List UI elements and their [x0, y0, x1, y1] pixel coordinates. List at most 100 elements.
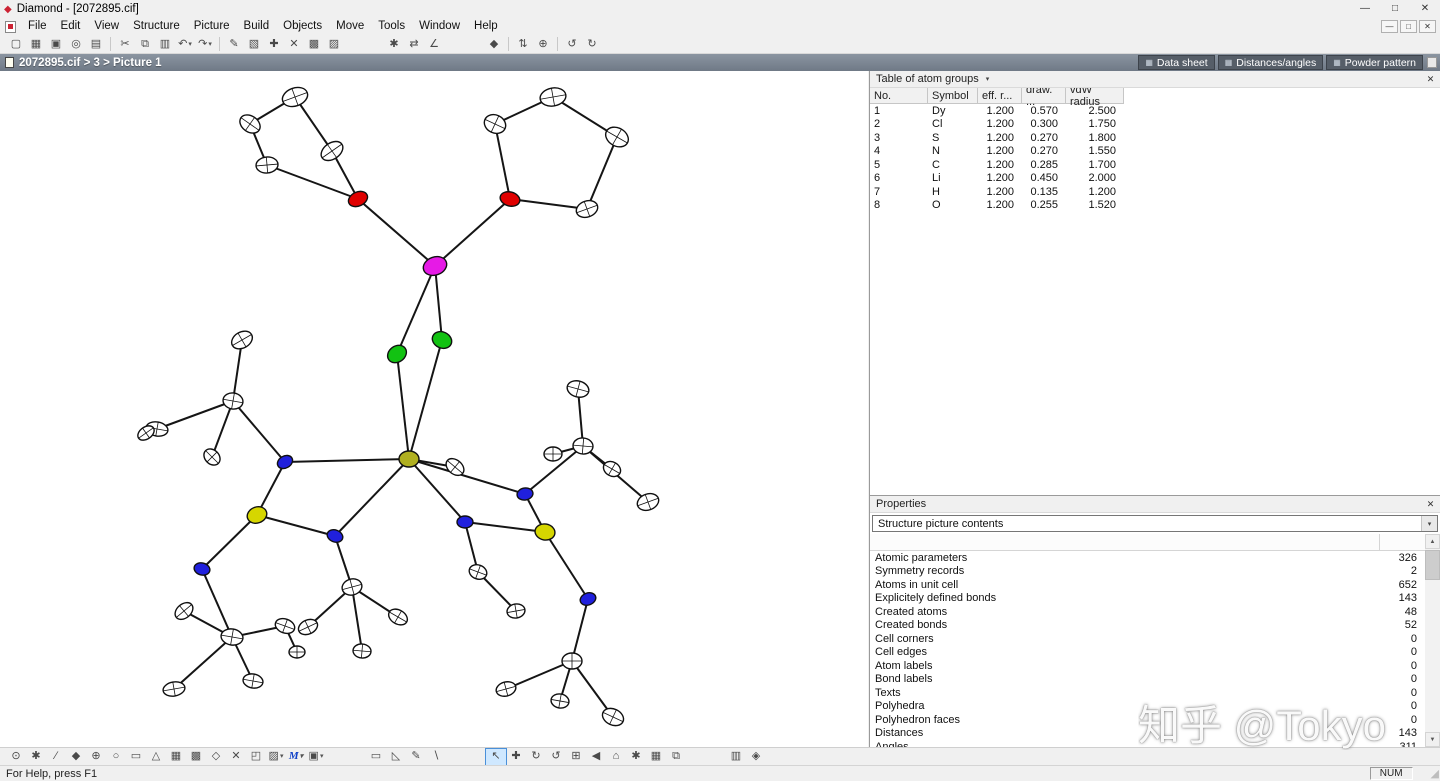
atom-C[interactable] — [543, 446, 563, 462]
atom-C[interactable] — [600, 705, 627, 729]
atom-groups-column-no[interactable]: No. — [870, 88, 928, 104]
atom-C[interactable] — [222, 391, 244, 410]
wireframe-icon[interactable]: ◇ — [206, 749, 226, 765]
atom-C[interactable] — [352, 643, 372, 659]
print-icon[interactable]: ▤ — [86, 36, 106, 52]
atom-C[interactable] — [242, 672, 264, 689]
select-mode-icon[interactable]: ↖ — [485, 747, 507, 766]
atom-C[interactable] — [550, 693, 570, 710]
open-file-icon[interactable]: ▦ — [26, 36, 46, 52]
pane-menu-icon[interactable]: ▾ — [986, 75, 990, 83]
model-style-combo[interactable]: M ▾ — [286, 749, 306, 765]
property-row[interactable]: Created bonds 52 — [870, 619, 1425, 633]
fill-style-combo[interactable]: ▨ ▾ — [266, 749, 286, 765]
home-view-icon[interactable]: ⌂ — [606, 749, 626, 765]
angle-icon[interactable]: ∠ — [424, 36, 444, 52]
grid-icon[interactable]: ▦ — [166, 749, 186, 765]
atom-group-row[interactable]: 5 C 1.200 0.285 1.700 — [870, 158, 1440, 172]
properties-scrollbar[interactable]: ▲ ▼ — [1425, 534, 1440, 747]
picture-icon[interactable]: ▧ — [244, 36, 264, 52]
build-icon[interactable]: ◆ — [484, 36, 504, 52]
structure-canvas[interactable] — [0, 71, 868, 747]
caption-overflow[interactable] — [1427, 57, 1437, 68]
atom-labels-icon[interactable]: ✱ — [384, 36, 404, 52]
redo-icon[interactable]: ↷ ▾ — [195, 36, 215, 52]
cut-icon[interactable]: ✂ — [115, 36, 135, 52]
atom-group-row[interactable]: 6 Li 1.200 0.450 2.000 — [870, 172, 1440, 186]
atom-C[interactable] — [162, 680, 186, 698]
add-atom-icon[interactable]: ✱ — [26, 749, 46, 765]
atom-C[interactable] — [288, 645, 306, 659]
layers-icon[interactable]: ▥ — [726, 749, 746, 765]
atom-group-row[interactable]: 1 Dy 1.200 0.570 2.500 — [870, 104, 1440, 118]
ruler-icon[interactable]: ▭ — [366, 749, 386, 765]
property-row[interactable]: Cell edges 0 — [870, 646, 1425, 660]
property-row[interactable]: Atomic parameters 326 — [870, 551, 1425, 565]
slab-icon[interactable]: ▭ — [126, 749, 146, 765]
pen-icon[interactable]: ✎ — [406, 749, 426, 765]
new-file-icon[interactable]: ▢ — [6, 36, 26, 52]
property-row[interactable]: Texts 0 — [870, 686, 1425, 700]
menu-window[interactable]: Window — [412, 18, 467, 35]
atom-groups-close-icon[interactable]: ✕ — [1424, 73, 1437, 86]
maximize-button[interactable]: □ — [1380, 0, 1410, 18]
atom-group-row[interactable]: 4 N 1.200 0.270 1.550 — [870, 145, 1440, 159]
rotate-ccw-icon[interactable]: ↺ — [562, 36, 582, 52]
undo-icon[interactable]: ↶ ▾ — [175, 36, 195, 52]
atom-C[interactable] — [561, 652, 583, 670]
chevron-down-icon[interactable]: ▾ — [1421, 516, 1437, 531]
property-row[interactable]: Atoms in unit cell 652 — [870, 578, 1425, 592]
packing-icon[interactable]: ▩ — [186, 749, 206, 765]
child-minimize-button[interactable]: — — [1381, 20, 1398, 33]
atom-C[interactable] — [201, 446, 224, 469]
menu-move[interactable]: Move — [329, 18, 371, 35]
zoom-mode-icon[interactable]: ⊞ — [566, 749, 586, 765]
delete-mode-icon[interactable]: ✕ — [226, 749, 246, 765]
atom-C[interactable] — [172, 599, 196, 623]
menu-file[interactable]: File — [21, 18, 54, 35]
atom-groups-column-effr[interactable]: eff. r... — [978, 88, 1022, 104]
new-viewport-icon[interactable]: ⧉ — [666, 749, 686, 765]
atom-C[interactable] — [481, 111, 509, 137]
atom-C[interactable] — [602, 123, 632, 151]
corner-mode-icon[interactable]: ◰ — [246, 749, 266, 765]
resize-grip-icon[interactable]: ◢ — [1431, 767, 1439, 780]
property-row[interactable]: Distances 143 — [870, 727, 1425, 741]
property-row[interactable]: Symmetry records 2 — [870, 565, 1425, 579]
atom-Cl[interactable] — [384, 342, 410, 367]
scroll-up-icon[interactable]: ▲ — [1425, 534, 1440, 549]
atom-N[interactable] — [275, 453, 295, 471]
atom-N[interactable] — [456, 515, 474, 529]
button-distances-angles[interactable]: ▦ Distances/angles — [1217, 55, 1324, 70]
minimize-button[interactable]: — — [1350, 0, 1380, 18]
add-structure-icon[interactable]: ✚ — [264, 36, 284, 52]
property-row[interactable]: Atom labels 0 — [870, 659, 1425, 673]
atom-groups-column-symbol[interactable]: Symbol — [928, 88, 978, 104]
spin-icon[interactable]: ✱ — [626, 749, 646, 765]
atom-C[interactable] — [280, 84, 311, 110]
menu-tools[interactable]: Tools — [371, 18, 412, 35]
property-row[interactable]: Polyhedra 0 — [870, 700, 1425, 714]
copy-icon[interactable]: ⧉ — [135, 36, 155, 52]
distance-icon[interactable]: ⇄ — [404, 36, 424, 52]
pen-icon[interactable]: ✎ — [224, 36, 244, 52]
sphere-icon[interactable]: ○ — [106, 749, 126, 765]
paste-icon[interactable]: ▥ — [155, 36, 175, 52]
atom-C[interactable] — [495, 680, 518, 699]
menu-help[interactable]: Help — [467, 18, 505, 35]
save-file-icon[interactable]: ▣ — [46, 36, 66, 52]
atom-group-row[interactable]: 2 Cl 1.200 0.300 1.750 — [870, 118, 1440, 132]
atom-C[interactable] — [273, 616, 297, 636]
atom-group-row[interactable]: 3 S 1.200 0.270 1.800 — [870, 131, 1440, 145]
atom-C[interactable] — [228, 328, 255, 353]
menu-build[interactable]: Build — [237, 18, 277, 35]
atom-S[interactable] — [534, 522, 556, 541]
menu-picture[interactable]: Picture — [187, 18, 237, 35]
rotate-cw-icon[interactable]: ↻ — [582, 36, 602, 52]
atom-Cl[interactable] — [430, 329, 455, 352]
pan-mode-icon[interactable]: ⊙ — [6, 749, 26, 765]
draw-bond-icon[interactable]: ∕ — [46, 749, 66, 765]
atom-Li[interactable] — [398, 450, 420, 468]
atom-C[interactable] — [236, 111, 263, 137]
atom-C[interactable] — [386, 606, 410, 628]
